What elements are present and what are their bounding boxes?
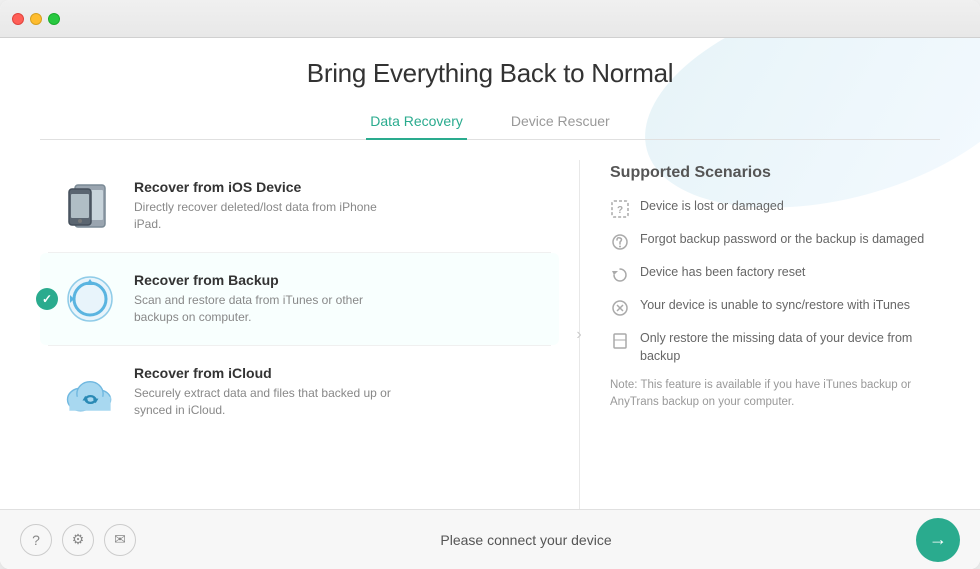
- bottom-bar: ? ⚙ ✉ Please connect your device →: [0, 509, 980, 569]
- recover-backup-item[interactable]: ✓: [40, 253, 559, 345]
- scenario-lost-text: Device is lost or damaged: [640, 198, 784, 216]
- scenario-sync-restore: Your device is unable to sync/restore wi…: [610, 297, 940, 318]
- app-window: Bring Everything Back to Normal Data Rec…: [0, 0, 980, 569]
- scenario-factory-reset: Device has been factory reset: [610, 264, 940, 285]
- main-content: Bring Everything Back to Normal Data Rec…: [0, 38, 980, 569]
- minimize-button[interactable]: [30, 13, 42, 25]
- scenario-missing-data: Only restore the missing data of your de…: [610, 330, 940, 365]
- page-heading: Bring Everything Back to Normal: [40, 58, 940, 89]
- help-button[interactable]: ?: [20, 524, 52, 556]
- missing-data-icon: [610, 331, 630, 351]
- scenario-missing-text: Only restore the missing data of your de…: [640, 330, 940, 365]
- scenario-lost-damaged: ? Device is lost or damaged: [610, 198, 940, 219]
- scenario-forgot-password: Forgot backup password or the backup is …: [610, 231, 940, 252]
- main-area: Bring Everything Back to Normal Data Rec…: [0, 38, 980, 509]
- scenario-sync-text: Your device is unable to sync/restore wi…: [640, 297, 910, 315]
- note-text: Note: This feature is available if you h…: [610, 377, 940, 412]
- svg-text:?: ?: [617, 205, 623, 216]
- traffic-lights: [12, 13, 60, 25]
- left-panel: Recover from iOS Device Directly recover…: [40, 160, 580, 509]
- backup-icon: [60, 269, 120, 329]
- panel-chevron-icon: ›: [567, 323, 591, 347]
- bottom-icon-group: ? ⚙ ✉: [20, 524, 136, 556]
- scenario-factory-text: Device has been factory reset: [640, 264, 805, 282]
- factory-reset-icon: [610, 265, 630, 285]
- sync-restore-icon: [610, 298, 630, 318]
- status-text: Please connect your device: [136, 532, 916, 548]
- settings-button[interactable]: ⚙: [62, 524, 94, 556]
- forgot-password-icon: [610, 232, 630, 252]
- two-col-layout: Recover from iOS Device Directly recover…: [40, 160, 940, 509]
- recover-icloud-item[interactable]: Recover from iCloud Securely extract dat…: [40, 346, 559, 438]
- tab-device-rescuer[interactable]: Device Rescuer: [507, 107, 614, 139]
- recover-ios-item[interactable]: Recover from iOS Device Directly recover…: [40, 160, 559, 252]
- close-button[interactable]: [12, 13, 24, 25]
- maximize-button[interactable]: [48, 13, 60, 25]
- icloud-icon: [60, 362, 120, 422]
- backup-item-text: Recover from Backup Scan and restore dat…: [134, 272, 394, 326]
- tab-data-recovery[interactable]: Data Recovery: [366, 107, 467, 139]
- icloud-item-text: Recover from iCloud Securely extract dat…: [134, 365, 394, 419]
- supported-scenarios-heading: Supported Scenarios: [610, 164, 940, 182]
- next-button[interactable]: →: [916, 518, 960, 562]
- title-bar: [0, 0, 980, 38]
- scenario-forgot-text: Forgot backup password or the backup is …: [640, 231, 924, 249]
- mail-button[interactable]: ✉: [104, 524, 136, 556]
- right-panel: Supported Scenarios ? Device is lost or …: [580, 160, 940, 509]
- ios-device-icon: [60, 176, 120, 236]
- lost-damaged-icon: ?: [610, 199, 630, 219]
- selected-check-badge: ✓: [36, 288, 58, 310]
- tab-bar: Data Recovery Device Rescuer: [40, 107, 940, 140]
- ios-item-text: Recover from iOS Device Directly recover…: [134, 179, 394, 233]
